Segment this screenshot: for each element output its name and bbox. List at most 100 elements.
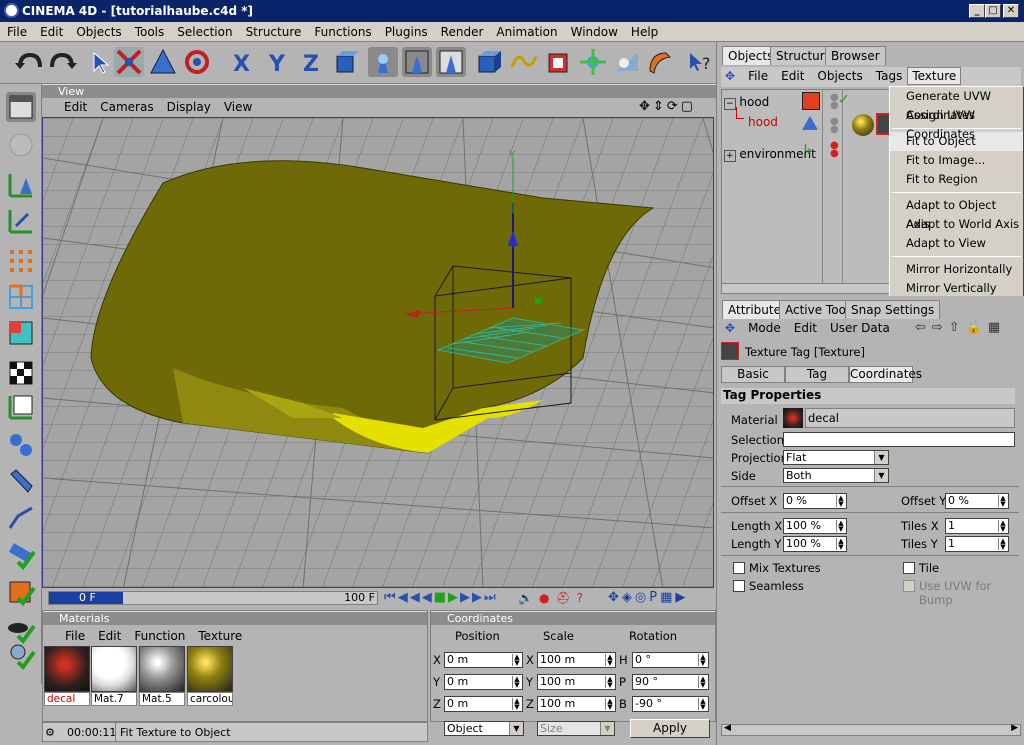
key-controls[interactable]: ✥◈◎P▦▶ <box>608 590 688 605</box>
menu-generate-uvw[interactable]: Generate UVW Coordinates <box>890 87 1023 122</box>
tab-active-tool[interactable]: Active Tool <box>779 300 856 319</box>
playback-controls[interactable]: ⏮◀◀◀■▶▶▶⏭ <box>384 590 498 605</box>
objects-menu-objects[interactable]: Objects <box>809 67 867 83</box>
position-z-field[interactable]: 0 m ▲ ▼ <box>444 696 523 712</box>
tiles-x-field[interactable]: 1 ▲ ▼ <box>945 518 1009 534</box>
object-row-hood-child[interactable]: hood <box>748 115 778 129</box>
select-arrow-icon[interactable] <box>86 47 116 77</box>
menu-fit-to-region[interactable]: Fit to Region <box>890 170 1023 189</box>
objects-menu-tags[interactable]: Tags <box>868 67 908 83</box>
viewport-menu-display[interactable]: Display <box>159 98 216 114</box>
menu-tools[interactable]: Tools <box>128 22 171 39</box>
mat-menu-edit[interactable]: Edit <box>90 627 126 643</box>
tab-browser[interactable]: Browser <box>825 46 886 65</box>
deformer-icon[interactable] <box>644 47 674 77</box>
apply-button[interactable]: Apply <box>630 719 710 738</box>
scale-y-field[interactable]: 100 m ▲ ▼ <box>537 674 616 690</box>
axis-mode-icon[interactable] <box>6 130 36 160</box>
spline-icon[interactable] <box>508 47 538 77</box>
cube-icon[interactable] <box>474 47 504 77</box>
viewport-menu-edit[interactable]: Edit <box>56 98 92 114</box>
tile-checkbox[interactable] <box>903 562 915 574</box>
rotate-icon[interactable] <box>182 47 212 77</box>
objects-menu-texture[interactable]: Texture <box>907 67 962 85</box>
expand-environment[interactable]: + <box>724 150 736 162</box>
material-mat7-label[interactable]: Mat.7 <box>91 692 137 706</box>
material-mat5-thumb[interactable] <box>139 646 185 692</box>
position-x-field[interactable]: 0 m ▲ ▼ <box>444 652 523 668</box>
model-tool-icon[interactable] <box>6 206 36 236</box>
attr-menu-mode[interactable]: Mode <box>740 319 786 335</box>
material-decal-thumb[interactable] <box>44 646 90 692</box>
3d-viewport[interactable]: Y <box>42 117 714 588</box>
position-y-field[interactable]: 0 m ▲ ▼ <box>444 674 523 690</box>
enabled-check-icon[interactable]: ✓ <box>838 92 850 108</box>
menu-functions[interactable]: Functions <box>307 22 377 39</box>
subtab-tag[interactable]: Tag <box>785 366 849 383</box>
mat-menu-function[interactable]: Function <box>126 627 190 643</box>
minimize-button[interactable]: _ <box>969 4 985 18</box>
help-cursor-icon[interactable]: ? <box>684 47 714 77</box>
visibility-dots-3[interactable]: ● ● <box>830 141 839 159</box>
seamless-checkbox[interactable] <box>733 580 745 592</box>
edit-mode-icon[interactable] <box>6 92 36 122</box>
objects-menu-file[interactable]: File <box>740 67 773 83</box>
ik-icon[interactable] <box>6 502 36 532</box>
redo-icon[interactable] <box>48 47 78 77</box>
texture-tag-carcolour-icon[interactable] <box>852 114 874 136</box>
object-row-hood[interactable]: − hood <box>724 95 769 110</box>
mat-menu-file[interactable]: File <box>57 627 90 643</box>
render-picture-viewer-icon[interactable] <box>436 47 466 77</box>
z-axis-icon[interactable]: Z <box>296 47 326 77</box>
menu-fit-to-image[interactable]: Fit to Image... <box>890 151 1023 170</box>
y-axis-icon[interactable]: Y <box>262 47 292 77</box>
side-select[interactable]: Both ▼ <box>783 468 889 483</box>
material-mat5-label[interactable]: Mat.5 <box>139 692 185 706</box>
objects-menu-icon[interactable]: ✥ <box>721 67 740 83</box>
viewport-menu-view[interactable]: View <box>216 98 257 114</box>
length-x-field[interactable]: 100 % ▲ ▼ <box>783 518 847 534</box>
object-axis-icon[interactable] <box>6 170 36 200</box>
viewport-menu-cameras[interactable]: Cameras <box>92 98 158 114</box>
menu-assign-uvw[interactable]: Assign UVW Coordinates <box>890 106 1023 141</box>
menu-objects[interactable]: Objects <box>69 22 127 39</box>
offset-x-field[interactable]: 0 % ▲ ▼ <box>783 493 847 509</box>
attr-nav-icons[interactable]: ⇦⇨⇧🔒▦ <box>915 320 1006 335</box>
array-icon[interactable] <box>578 47 608 77</box>
menu-adapt-to-view[interactable]: Adapt to View <box>890 234 1023 253</box>
viewport-nav-icons[interactable]: ✥⇕⟳▢ <box>639 99 696 114</box>
material-carcolour-thumb[interactable] <box>187 646 233 692</box>
menu-edit[interactable]: Edit <box>33 22 69 39</box>
joints-icon[interactable] <box>6 430 36 460</box>
material-decal-label[interactable]: decal <box>44 692 90 706</box>
selection-field[interactable] <box>783 432 1015 447</box>
undo-icon[interactable] <box>14 47 44 77</box>
expand-hood[interactable]: − <box>724 98 736 110</box>
menu-selection[interactable]: Selection <box>170 22 238 39</box>
menu-window[interactable]: Window <box>564 22 624 39</box>
edges-mode-icon[interactable] <box>6 282 36 312</box>
material-link-field[interactable]: decal <box>805 408 1015 428</box>
menu-mirror-horizontally[interactable]: Mirror Horizontally <box>890 260 1023 279</box>
render-view-icon[interactable] <box>368 47 398 77</box>
scene-icon[interactable] <box>612 47 642 77</box>
subtab-basic[interactable]: Basic <box>721 366 785 383</box>
x-axis-icon[interactable]: X <box>226 47 256 77</box>
attributes-menu-icon[interactable]: ✥ <box>721 319 740 335</box>
menu-help[interactable]: Help <box>624 22 664 39</box>
tiles-y-field[interactable]: 1 ▲ ▼ <box>945 536 1009 552</box>
bone-icon[interactable] <box>6 466 36 496</box>
visibility-dots-2[interactable]: ● ● <box>830 117 839 135</box>
material-mat7-thumb[interactable] <box>91 646 137 692</box>
menu-structure[interactable]: Structure <box>239 22 308 39</box>
material-carcolour-label[interactable]: carcolou <box>187 692 233 706</box>
coord-mode-select[interactable]: Object ▼ <box>444 721 524 736</box>
record-controls[interactable]: 🔊●⛑? <box>518 591 589 605</box>
points-mode-icon[interactable] <box>6 246 36 276</box>
mat-menu-texture[interactable]: Texture <box>190 627 247 643</box>
menu-render[interactable]: Render <box>434 22 490 39</box>
close-button[interactable]: ✕ <box>1003 4 1019 18</box>
attr-menu-edit[interactable]: Edit <box>786 319 822 335</box>
scale-z-field[interactable]: 100 m ▲ ▼ <box>537 696 616 712</box>
locked-workplane-icon[interactable] <box>6 540 36 571</box>
